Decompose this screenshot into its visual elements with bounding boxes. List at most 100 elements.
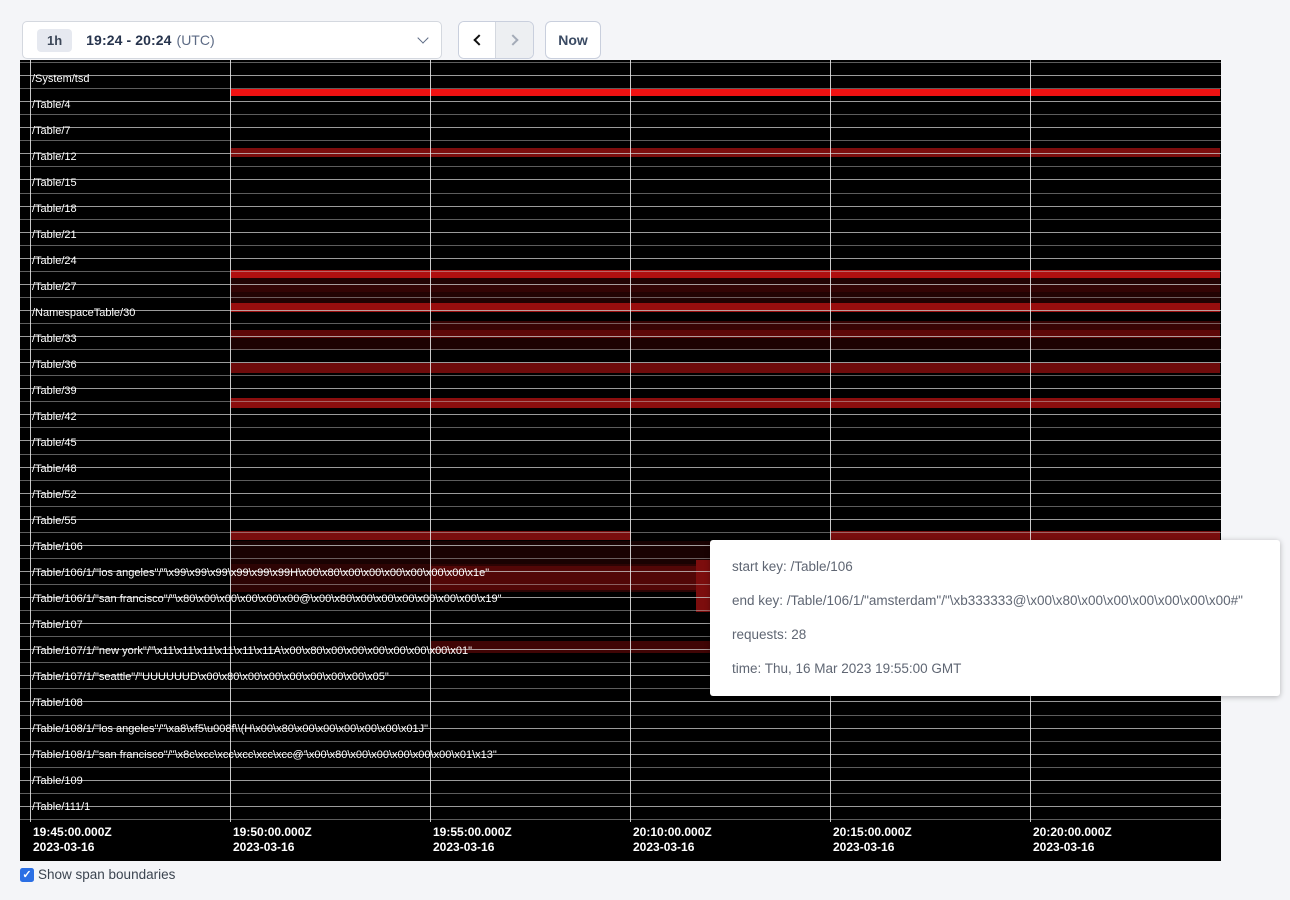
- span-boundary-line: [20, 819, 1221, 820]
- axis-tick: 19:45:00.000Z2023-03-16: [33, 825, 112, 855]
- row-label: /Table/109: [32, 775, 83, 788]
- span-boundary-line: [20, 780, 1221, 781]
- chevron-right-icon: [507, 34, 518, 45]
- row-label: /Table/42: [32, 411, 77, 424]
- row-label: /Table/106: [32, 541, 83, 554]
- time-zone-label: (UTC): [177, 32, 215, 48]
- span-boundary-line: [20, 101, 1221, 102]
- span-boundary-line: [20, 414, 1221, 415]
- span-boundary-line: [20, 206, 1221, 207]
- span-boundary-line: [20, 193, 1221, 194]
- time-gridline: [30, 60, 31, 822]
- axis-tick: 19:55:00.000Z2023-03-16: [433, 825, 512, 855]
- span-boundary-line: [20, 349, 1221, 350]
- row-label: /Table/33: [32, 333, 77, 346]
- duration-badge: 1h: [37, 29, 72, 52]
- time-gridline: [430, 60, 431, 822]
- axis-tick-date: 2023-03-16: [1033, 840, 1112, 855]
- row-label: /Table/48: [32, 463, 77, 476]
- span-boundary-line: [20, 362, 1221, 363]
- span-boundaries-toggle-row: ✓ Show span boundaries: [20, 867, 175, 882]
- span-boundary-line: [20, 715, 1221, 716]
- span-boundary-line: [20, 519, 1221, 520]
- span-boundary-line: [20, 271, 1221, 272]
- span-boundary-line: [20, 323, 1221, 324]
- span-boundary-line: [20, 310, 1221, 311]
- row-label: /Table/111/1: [32, 801, 90, 814]
- span-boundary-line: [20, 232, 1221, 233]
- key-visualizer-heatmap[interactable]: /System/tsd/Table/4/Table/7/Table/12/Tab…: [20, 60, 1221, 861]
- tooltip-start-key: start key: /Table/106: [732, 550, 1280, 584]
- show-span-boundaries-checkbox[interactable]: ✓: [20, 868, 34, 882]
- row-label: /Table/27: [32, 281, 77, 294]
- show-span-boundaries-label[interactable]: Show span boundaries: [38, 867, 175, 882]
- row-label: /System/tsd: [32, 73, 89, 86]
- span-boundary-line: [20, 375, 1221, 376]
- axis-tick-date: 2023-03-16: [33, 840, 112, 855]
- row-label: /Table/15: [32, 177, 77, 190]
- span-boundary-line: [20, 153, 1221, 154]
- axis-tick: 19:50:00.000Z2023-03-16: [233, 825, 312, 855]
- heat-band: [231, 284, 1220, 292]
- row-label: /Table/12: [32, 151, 77, 164]
- time-range-selector[interactable]: 1h 19:24 - 20:24 (UTC): [22, 21, 442, 59]
- axis-tick-date: 2023-03-16: [633, 840, 712, 855]
- axis-tick-date: 2023-03-16: [233, 840, 312, 855]
- row-label: /Table/7: [32, 125, 71, 138]
- row-label: /Table/107: [32, 619, 83, 632]
- axis-tick-time: 20:20:00.000Z: [1033, 825, 1112, 840]
- row-label: /NamespaceTable/30: [32, 307, 135, 320]
- tooltip-requests: requests: 28: [732, 618, 1280, 652]
- axis-tick-date: 2023-03-16: [833, 840, 912, 855]
- span-boundary-line: [20, 140, 1221, 141]
- time-gridline: [630, 60, 631, 822]
- span-boundary-line: [20, 88, 1221, 89]
- row-label: /Table/55: [32, 515, 77, 528]
- axis-tick-time: 19:45:00.000Z: [33, 825, 112, 840]
- span-boundary-line: [20, 336, 1221, 337]
- span-boundary-line: [20, 454, 1221, 455]
- span-boundary-line: [20, 401, 1221, 402]
- now-button[interactable]: Now: [545, 21, 601, 59]
- span-boundary-line: [20, 467, 1221, 468]
- span-boundary-line: [20, 767, 1221, 768]
- chevron-left-icon: [473, 34, 484, 45]
- span-boundary-line: [20, 179, 1221, 180]
- axis-tick-time: 20:10:00.000Z: [633, 825, 712, 840]
- previous-interval-button[interactable]: [459, 22, 496, 58]
- span-boundary-line: [20, 166, 1221, 167]
- axis-tick-time: 19:55:00.000Z: [433, 825, 512, 840]
- row-label: /Table/24: [32, 255, 77, 268]
- next-interval-button-disabled[interactable]: [496, 22, 533, 58]
- time-gridline: [830, 60, 831, 822]
- axis-tick-time: 19:50:00.000Z: [233, 825, 312, 840]
- span-boundary-line: [20, 219, 1221, 220]
- row-label: /Table/108/1/"los angeles"/"\xa8\xf5\u00…: [32, 723, 428, 736]
- axis-tick: 20:15:00.000Z2023-03-16: [833, 825, 912, 855]
- span-boundary-line: [20, 532, 1221, 533]
- span-boundary-line: [20, 480, 1221, 481]
- span-boundary-line: [20, 297, 1221, 298]
- row-label: /Table/18: [32, 203, 77, 216]
- axis-tick-date: 2023-03-16: [433, 840, 512, 855]
- time-range-label: 19:24 - 20:24: [86, 32, 171, 48]
- span-boundary-line: [20, 114, 1221, 115]
- hover-tooltip: start key: /Table/106 end key: /Table/10…: [710, 540, 1280, 696]
- row-label: /Table/4: [32, 99, 71, 112]
- span-boundary-line: [20, 284, 1221, 285]
- time-gridline: [1030, 60, 1031, 822]
- time-gridline: [230, 60, 231, 822]
- row-label: /Table/108: [32, 697, 83, 710]
- span-boundary-line: [20, 62, 1221, 63]
- span-boundary-line: [20, 127, 1221, 128]
- axis-tick: 20:20:00.000Z2023-03-16: [1033, 825, 1112, 855]
- span-boundary-line: [20, 701, 1221, 702]
- row-label: /Table/52: [32, 489, 77, 502]
- time-nav-button-group: [458, 21, 534, 59]
- span-boundary-line: [20, 440, 1221, 441]
- tooltip-time: time: Thu, 16 Mar 2023 19:55:00 GMT: [732, 652, 1280, 686]
- heat-band: [231, 363, 1220, 373]
- heat-band: [431, 641, 731, 653]
- heat-band: [231, 398, 1220, 408]
- span-boundary-line: [20, 506, 1221, 507]
